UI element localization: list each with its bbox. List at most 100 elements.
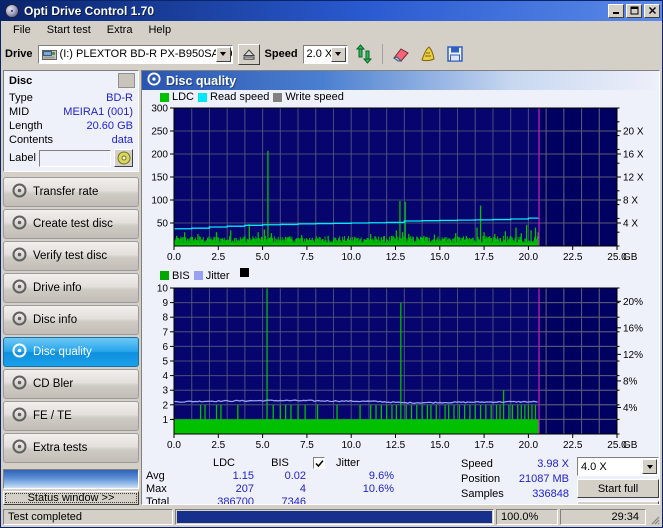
svg-text:20 X: 20 X — [623, 127, 644, 138]
sidebar-item-transfer-rate[interactable]: Transfer rate — [3, 177, 139, 207]
save-icon[interactable] — [443, 43, 466, 65]
jitter-checkbox-box[interactable] — [313, 457, 325, 469]
legend-swatch-write-speed — [273, 92, 283, 102]
title-bar: Opti Drive Control 1.70 — [1, 1, 662, 21]
svg-text:17.5: 17.5 — [474, 440, 494, 451]
drive-chevron-down-icon[interactable] — [215, 46, 231, 62]
svg-text:12.5: 12.5 — [386, 252, 406, 263]
speed-chevron-down-icon[interactable] — [330, 46, 346, 62]
svg-text:20.0: 20.0 — [519, 440, 539, 451]
disc-icon — [12, 407, 27, 425]
disc-panel-title: Disc — [9, 74, 33, 87]
sidebar-item-disc-quality[interactable]: Disc quality — [3, 337, 139, 367]
svg-text:16%: 16% — [623, 323, 643, 334]
disc-row-length-value: 20.60 GB — [86, 120, 133, 132]
info-icon[interactable] — [416, 43, 439, 65]
stats-row-avg-key: Avg — [146, 470, 165, 482]
sidebar-item-label: Transfer rate — [33, 186, 99, 198]
legend-item-jitter: Jitter — [193, 270, 230, 282]
stats-area: LDC BIS Jitter Avg 1.15 0.02 9.6% Max 20… — [142, 455, 659, 504]
sidebar-item-fe-te[interactable]: FE / TE — [3, 401, 139, 431]
disc-refresh-icon[interactable] — [114, 149, 133, 167]
stats-header-ldc: LDC — [212, 457, 235, 469]
close-icon[interactable] — [644, 4, 660, 18]
start-full-button[interactable]: Start full — [577, 479, 659, 498]
sidebar-item-label: Create test disc — [33, 218, 113, 230]
menu-bar: File Start test Extra Help — [1, 21, 662, 40]
start-part-button[interactable]: Start part — [577, 501, 659, 504]
drive-icon — [41, 48, 57, 61]
disc-icon — [12, 311, 27, 329]
disc-label-row: Label — [9, 149, 133, 167]
svg-text:8%: 8% — [623, 376, 638, 387]
legend-item-write-speed: Write speed — [273, 91, 344, 103]
legend-label-ldc: LDC — [172, 91, 195, 103]
svg-text:7.5: 7.5 — [300, 252, 314, 263]
sidebar-item-label: Drive info — [33, 282, 82, 294]
legend-top-chart: LDC Read speed Write speed — [142, 90, 659, 104]
svg-text:GB: GB — [623, 440, 638, 451]
svg-text:250: 250 — [151, 127, 168, 138]
minimize-icon[interactable] — [608, 4, 624, 18]
legend-swatch-extra — [239, 268, 249, 277]
progress-bar — [175, 509, 494, 525]
disc-row-type-key: Type — [9, 92, 33, 104]
svg-text:100: 100 — [151, 196, 168, 207]
toolbar: Drive (I:) PLEXTOR BD-R PX-B950SA 1.04 S… — [1, 40, 662, 68]
sidebar-item-disc-info[interactable]: Disc info — [3, 305, 139, 335]
svg-text:2: 2 — [162, 400, 168, 411]
resize-grip-icon[interactable] — [648, 509, 660, 525]
refresh-icon[interactable] — [352, 43, 375, 65]
disc-icon — [12, 439, 27, 457]
stats-row-max-gap — [306, 483, 332, 495]
svg-text:10.0: 10.0 — [341, 440, 361, 451]
status-window-button[interactable]: Status window >> — [3, 491, 139, 505]
disc-icon — [12, 375, 27, 393]
svg-text:8 X: 8 X — [623, 196, 638, 207]
sidebar-item-cd-bler[interactable]: CD Bler — [3, 369, 139, 399]
legend-label-read-speed: Read speed — [210, 91, 270, 103]
svg-text:12%: 12% — [623, 350, 643, 361]
svg-text:4: 4 — [162, 371, 168, 382]
speed-select[interactable]: 2.0 X — [302, 44, 348, 64]
disc-label-input[interactable] — [38, 149, 111, 167]
sidebar-item-label: Disc quality — [33, 346, 92, 358]
svg-text:15.0: 15.0 — [430, 440, 450, 451]
disc-icon — [12, 343, 27, 361]
legend-item-bis: BIS — [160, 270, 190, 282]
drive-select[interactable]: (I:) PLEXTOR BD-R PX-B950SA 1.04 — [37, 44, 233, 64]
svg-text:8: 8 — [162, 313, 168, 324]
sidebar-item-create-test-disc[interactable]: Create test disc — [3, 209, 139, 239]
toolbar-divider — [381, 44, 383, 64]
test-speed-chevron-down-icon[interactable] — [642, 459, 657, 474]
sidebar-item-extra-tests[interactable]: Extra tests — [3, 433, 139, 463]
sidebar: Disc Type BD-R MID MEIRA1 (001) Length 2… — [3, 70, 139, 505]
svg-text:0.0: 0.0 — [167, 252, 181, 263]
sidebar-item-verify-test-disc[interactable]: Verify test disc — [3, 241, 139, 271]
svg-text:12.5: 12.5 — [386, 440, 406, 451]
menu-item-file[interactable]: File — [5, 22, 39, 38]
disc-thumbnail — [118, 73, 135, 88]
stats-row-avg-jitter: 9.6% — [368, 470, 394, 482]
maximize-icon[interactable] — [626, 4, 642, 18]
menu-item-extra[interactable]: Extra — [99, 22, 141, 38]
svg-text:20.0: 20.0 — [519, 252, 539, 263]
test-speed-select[interactable]: 4.0 X — [577, 457, 659, 476]
sidebar-item-drive-info[interactable]: Drive info — [3, 273, 139, 303]
legend-swatch-ldc — [160, 92, 169, 102]
svg-text:4%: 4% — [623, 403, 638, 414]
svg-text:GB: GB — [623, 252, 638, 263]
jitter-checkbox[interactable] — [306, 457, 332, 469]
menu-item-start-test[interactable]: Start test — [39, 22, 99, 38]
test-speed-value: 4.0 X — [581, 460, 607, 473]
eject-button[interactable] — [237, 43, 260, 65]
stats-grid: LDC BIS Jitter Avg 1.15 0.02 9.6% Max 20… — [146, 457, 455, 504]
stats-row-max-bis: 4 — [299, 483, 306, 495]
legend-bottom-chart: BIS Jitter — [142, 267, 659, 284]
disc-icon — [147, 72, 161, 89]
menu-item-help[interactable]: Help — [140, 22, 179, 38]
disc-rows: Type BD-R MID MEIRA1 (001) Length 20.60 … — [4, 90, 138, 171]
eraser-icon[interactable] — [389, 43, 412, 65]
legend-swatch-bis — [160, 271, 169, 280]
